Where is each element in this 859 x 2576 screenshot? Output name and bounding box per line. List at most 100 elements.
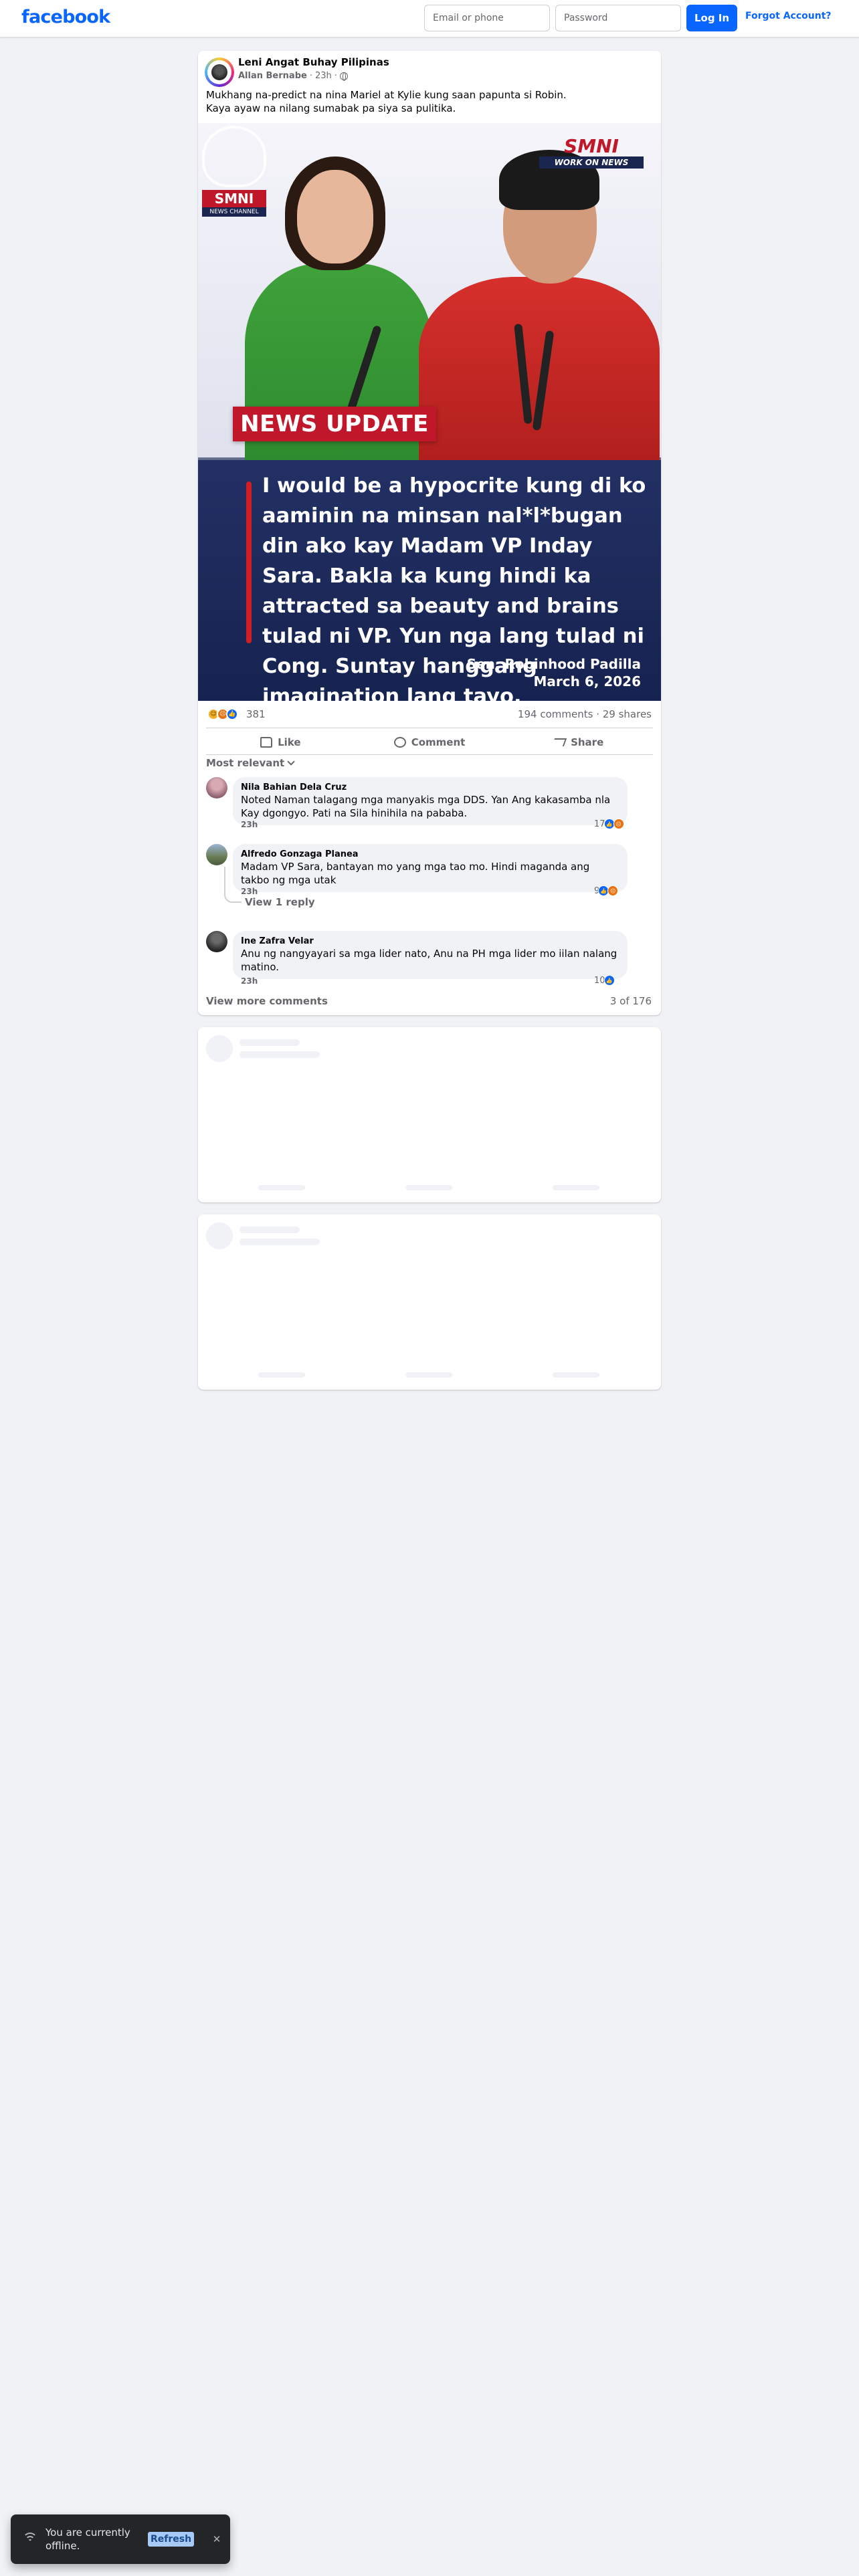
post-caption: Mukhang na-predict na nina Mariel at Kyl…: [206, 88, 648, 115]
reaction-icons[interactable]: ☺ ☹ 👍: [207, 708, 238, 720]
skeleton-action: [553, 1185, 599, 1190]
post-image[interactable]: SMNI NEWS CHANNEL SMNI WORK ON NEWS NEWS…: [198, 123, 661, 701]
counts-separator: ·: [596, 708, 599, 720]
like-label: Like: [278, 736, 301, 748]
action-bar: Like Comment Share: [206, 728, 653, 757]
skeleton-line: [240, 1239, 320, 1245]
comment-item: Ine Zafra Velar Anu ng nangyayari sa mga…: [206, 931, 653, 986]
comment-text: Noted Naman talagang mga manyakis mga DD…: [241, 794, 611, 819]
caption-line: Mukhang na-predict na nina Mariel at Kyl…: [206, 89, 567, 101]
comment-sort-dropdown[interactable]: Most relevant: [206, 757, 295, 769]
comment-reactions[interactable]: 9 👍 ☹: [594, 885, 619, 896]
reaction-count[interactable]: 381: [246, 708, 266, 720]
post-card: Leni Angat Buhay Pilipinas Allan Bernabe…: [198, 51, 661, 1015]
angry-reaction-icon: ☹: [607, 885, 619, 896]
smni-logo-text: SMNI: [202, 190, 266, 207]
sort-label: Most relevant: [206, 757, 285, 769]
page-avatar[interactable]: [205, 58, 234, 87]
comment-icon: [393, 737, 406, 748]
commenter-avatar[interactable]: [206, 844, 227, 865]
meta-separator: ·: [309, 71, 312, 81]
skeleton-line: [240, 1039, 300, 1046]
commenter-avatar[interactable]: [206, 931, 227, 952]
byline-name: Sen. Robinhood Padilla: [466, 656, 641, 672]
offline-toast: You are currently offline. Refresh ✕: [11, 2514, 230, 2564]
quote-accent-bar: [246, 481, 252, 643]
share-button[interactable]: Share: [504, 728, 653, 757]
caption-line: Kaya ayaw na nilang sumabak pa siya sa p…: [206, 102, 456, 114]
commenter-name[interactable]: Alfredo Gonzaga Planea: [241, 849, 619, 860]
skeleton-action: [258, 1185, 305, 1190]
comment-time[interactable]: 23h: [241, 887, 258, 896]
commenter-name[interactable]: Ine Zafra Velar: [241, 936, 619, 947]
like-reaction-icon: 👍: [226, 708, 238, 720]
like-button[interactable]: Like: [206, 728, 355, 757]
comment-bubble: Nila Bahian Dela Cruz Noted Naman talaga…: [233, 777, 628, 825]
quote-byline: Sen. Robinhood Padilla March 6, 2026: [467, 655, 641, 690]
smni-logo-sub: WORK ON NEWS: [539, 156, 644, 169]
shares-count[interactable]: 29 shares: [603, 708, 652, 720]
skeleton-action: [258, 1372, 305, 1378]
comment-button[interactable]: Comment: [355, 728, 504, 757]
angry-reaction-icon: ☹: [613, 819, 624, 829]
comment-label: Comment: [411, 736, 466, 748]
forgot-account-link[interactable]: Forgot Account?: [745, 11, 832, 21]
commenter-name[interactable]: Nila Bahian Dela Cruz: [241, 782, 619, 793]
byline-date: March 6, 2026: [533, 673, 641, 689]
skeleton-line: [240, 1226, 300, 1233]
skeleton-avatar: [206, 1035, 233, 1062]
share-label: Share: [571, 736, 604, 748]
view-more-comments-link[interactable]: View more comments: [206, 995, 328, 1007]
top-bar: facebook Log In Forgot Account?: [0, 0, 859, 37]
comment-bubble: Ine Zafra Velar Anu ng nangyayari sa mga…: [233, 931, 628, 979]
skeleton-action: [405, 1185, 452, 1190]
loading-post-placeholder: [198, 1214, 661, 1390]
loading-post-placeholder: [198, 1027, 661, 1202]
page-name[interactable]: Leni Angat Buhay Pilipinas: [238, 56, 389, 68]
view-replies-link[interactable]: View 1 reply: [245, 896, 315, 908]
skeleton-action: [553, 1372, 599, 1378]
chevron-down-icon: [287, 758, 295, 766]
skeleton-action: [405, 1372, 452, 1378]
comment-bubble: Alfredo Gonzaga Planea Madam VP Sara, ba…: [233, 844, 628, 892]
comment-text: Anu ng nangyayari sa mga lider nato, Anu…: [241, 948, 617, 973]
news-update-banner: NEWS UPDATE: [233, 407, 436, 441]
divider: [206, 754, 653, 755]
refresh-button[interactable]: Refresh: [148, 2532, 195, 2547]
password-field[interactable]: [555, 5, 681, 31]
engagement-counts: 194 comments · 29 shares: [518, 708, 652, 720]
comment-item: Nila Bahian Dela Cruz Noted Naman talaga…: [206, 777, 653, 831]
email-field[interactable]: [424, 5, 550, 31]
smni-logo-sub: NEWS CHANNEL: [202, 207, 266, 217]
smni-logo-left: SMNI NEWS CHANNEL: [202, 126, 266, 217]
wifi-off-icon: [23, 2533, 37, 2546]
smni-logo-text: SMNI: [564, 135, 619, 157]
thread-line: [224, 867, 225, 891]
comment-time[interactable]: 23h: [241, 820, 258, 829]
comment-item: Alfredo Gonzaga Planea Madam VP Sara, ba…: [206, 844, 653, 919]
commenter-avatar[interactable]: [206, 777, 227, 798]
smni-logo-right: SMNI WORK ON NEWS: [533, 136, 650, 171]
thumbs-up-icon: [260, 737, 273, 748]
skeleton-avatar: [206, 1222, 233, 1249]
skeleton-line: [240, 1051, 320, 1058]
post-time[interactable]: 23h: [315, 71, 332, 81]
close-icon[interactable]: ✕: [210, 2533, 223, 2546]
login-button[interactable]: Log In: [686, 5, 737, 31]
meta-separator: ·: [334, 71, 337, 81]
facebook-logo[interactable]: facebook: [21, 7, 110, 27]
offline-message: You are currently offline.: [45, 2527, 130, 2552]
reply-connector: [224, 891, 242, 903]
share-icon: [551, 738, 567, 746]
comment-reactions[interactable]: 17 👍 ☹: [594, 819, 624, 829]
comments-pager: 3 of 176: [609, 995, 652, 1007]
reactions-summary: ☺ ☹ 👍 381 194 comments · 29 shares: [198, 701, 661, 728]
post-author[interactable]: Allan Bernabe: [238, 71, 307, 81]
comments-count[interactable]: 194 comments: [518, 708, 593, 720]
comment-reactions[interactable]: 10 👍: [594, 975, 615, 986]
comment-time[interactable]: 23h: [241, 976, 258, 986]
comment-text: Madam VP Sara, bantayan mo yang mga tao …: [241, 861, 590, 886]
like-reaction-icon: 👍: [603, 975, 615, 986]
globe-icon: [339, 72, 348, 81]
post-meta: Allan Bernabe · 23h ·: [238, 71, 348, 81]
